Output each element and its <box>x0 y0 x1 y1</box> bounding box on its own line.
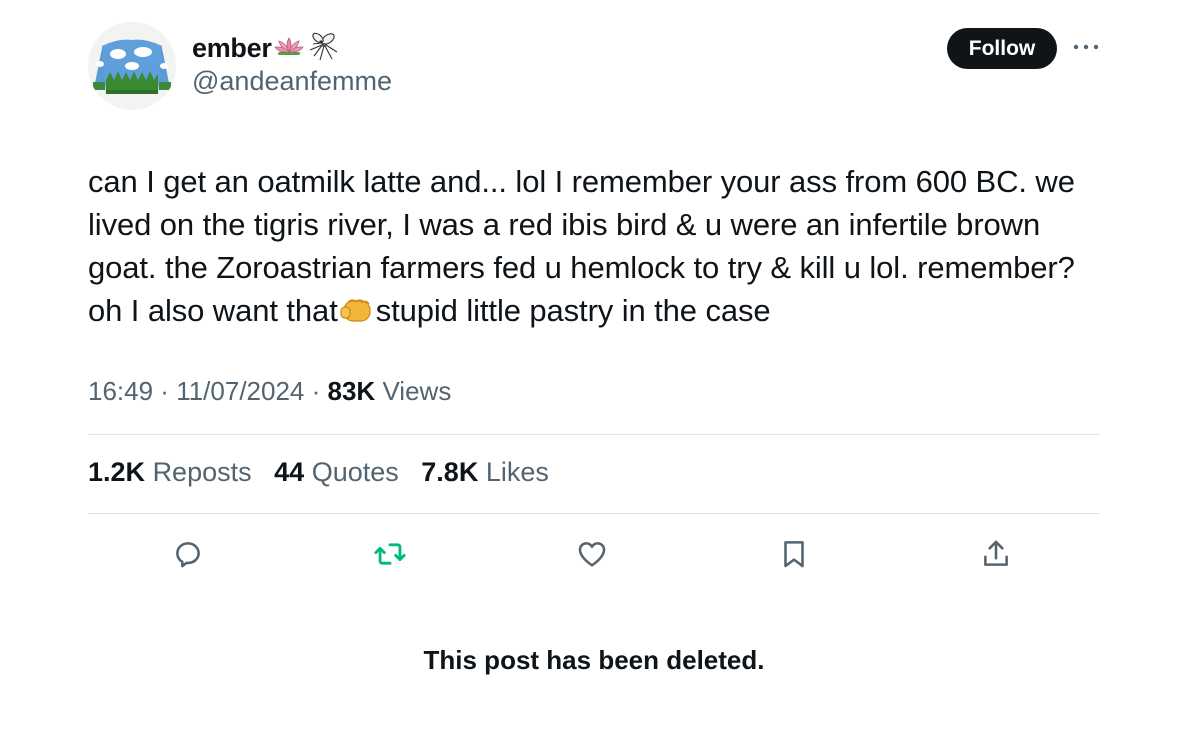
meta-separator-1: · <box>153 376 177 406</box>
deleted-post-notice: This post has been deleted. <box>423 645 765 675</box>
stat-gap-1 <box>252 457 275 488</box>
fist-emoji-icon <box>339 293 375 336</box>
divider-bottom <box>88 513 1100 514</box>
avatar-sweater-image <box>88 22 176 110</box>
reposts-count: 1.2K <box>88 457 146 487</box>
mosquito-icon <box>306 30 340 67</box>
quotes-stat[interactable]: 44 Quotes <box>274 457 399 488</box>
tweet-time[interactable]: 16:49 <box>88 376 153 407</box>
avatar[interactable] <box>88 22 176 110</box>
views-count: 83K <box>327 376 376 406</box>
reposts-label: Reposts <box>152 457 252 487</box>
views-spacer <box>375 376 382 407</box>
repost-button[interactable] <box>370 534 410 574</box>
likes-label: Likes <box>485 457 549 487</box>
stat-gap-2 <box>399 457 422 488</box>
likes-count: 7.8K <box>421 457 479 487</box>
like-icon <box>578 542 606 567</box>
follow-button[interactable]: Follow <box>947 28 1057 69</box>
likes-stat[interactable]: 7.8K Likes <box>421 457 549 488</box>
like-button[interactable] <box>572 534 612 574</box>
tweet-meta: 16:49 · 11/07/2024 · 83K Views <box>88 376 451 407</box>
author-name-row[interactable]: ember <box>192 30 340 67</box>
reply-button[interactable] <box>168 534 208 574</box>
bookmark-button[interactable] <box>774 534 814 574</box>
repost-icon <box>374 543 406 565</box>
meta-separator-2: · <box>304 376 328 406</box>
share-icon <box>984 540 1008 566</box>
tweet-text: can I get an oatmilk latte and... lol I … <box>88 160 1098 336</box>
lotus-icon <box>273 35 304 62</box>
author-handle[interactable]: @andeanfemme <box>192 66 392 97</box>
reposts-stat[interactable]: 1.2K Reposts <box>88 457 252 488</box>
tweet-date[interactable]: 11/07/2024 <box>176 376 304 407</box>
more-options-icon[interactable] <box>1072 40 1100 54</box>
author-name[interactable]: ember <box>192 33 272 64</box>
reply-icon <box>176 542 200 568</box>
bookmark-icon <box>784 541 804 568</box>
quotes-count: 44 <box>274 457 305 487</box>
views-label: Views <box>382 376 452 406</box>
share-button[interactable] <box>976 534 1016 574</box>
divider-top <box>88 434 1100 435</box>
tweet-text-part2: stupid little pastry in the case <box>375 293 771 328</box>
engagement-stats: 1.2K Reposts 44 Quotes 7.8K Likes <box>88 457 549 488</box>
quotes-label: Quotes <box>311 457 399 487</box>
